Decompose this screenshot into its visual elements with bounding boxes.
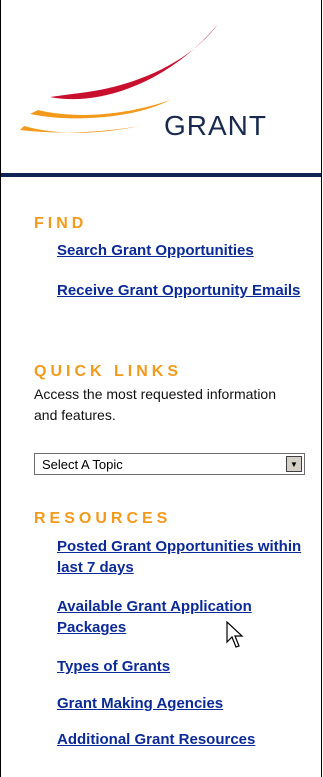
brand-text: GRANT (164, 110, 267, 141)
available-grant-packages-link[interactable]: Available Grant Application Packages (57, 596, 317, 638)
quick-links-heading: QUICK LINKS (34, 363, 182, 380)
chevron-down-icon[interactable]: ▼ (286, 456, 302, 472)
types-of-grants-link[interactable]: Types of Grants (57, 656, 257, 677)
find-heading: FIND (34, 215, 88, 232)
quick-links-description: Access the most requested information an… (34, 386, 277, 423)
grant-making-agencies-link[interactable]: Grant Making Agencies (57, 693, 297, 714)
search-grant-opportunities-link[interactable]: Search Grant Opportunities (57, 240, 317, 261)
mouse-cursor-icon (226, 621, 244, 648)
topic-select-value: Select A Topic (42, 457, 123, 472)
receive-grant-emails-link[interactable]: Receive Grant Opportunity Emails (57, 280, 307, 301)
resources-heading: RESOURCES (34, 510, 172, 527)
topic-select[interactable]: Select A Topic ▼ (34, 453, 305, 475)
additional-grant-resources-link[interactable]: Additional Grant Resources (57, 729, 317, 750)
header: GRANT (0, 0, 322, 175)
posted-grant-opportunities-link[interactable]: Posted Grant Opportunities within last 7… (57, 536, 317, 578)
header-divider (1, 173, 321, 177)
